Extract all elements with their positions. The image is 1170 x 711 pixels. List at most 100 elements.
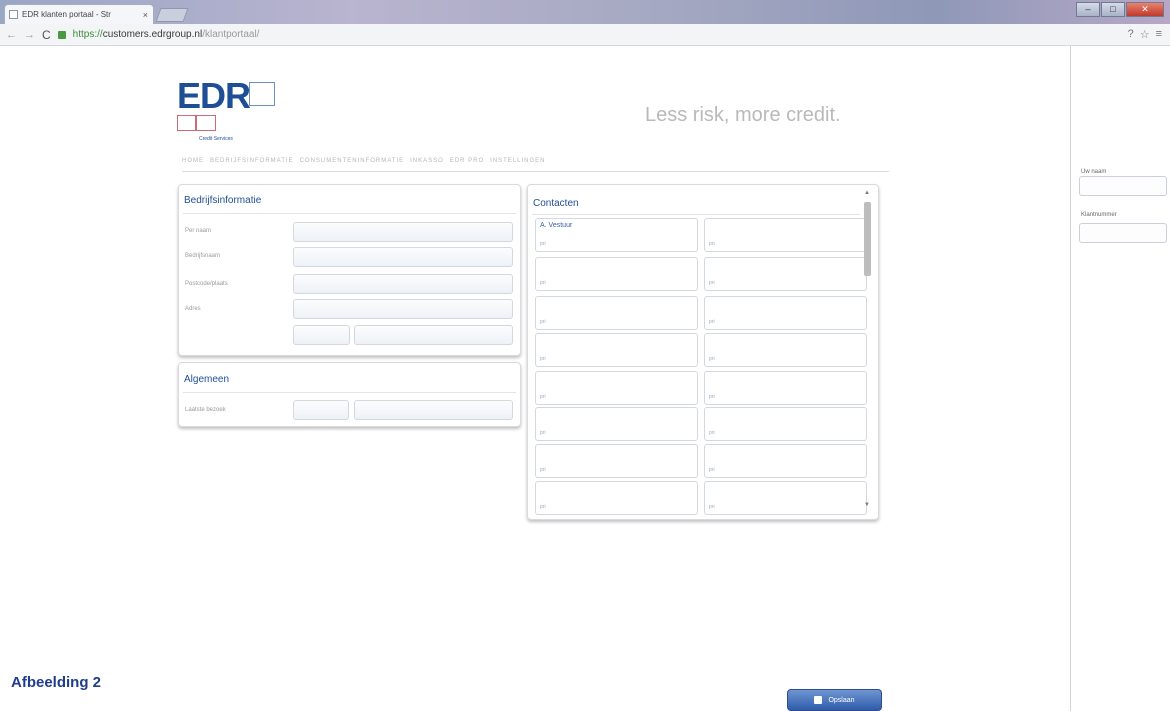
menu-item-home[interactable]: HOME: [182, 158, 204, 171]
edr-logo[interactable]: EDR Credit Services: [177, 75, 275, 142]
contact-note: pri: [540, 241, 546, 247]
contacts-scrollbar[interactable]: ▲ ▼: [862, 190, 874, 512]
browser-window: EDR klanten portaal - Str × – □ ✕ ← → C …: [0, 0, 1170, 711]
contact-note: pri: [709, 504, 715, 510]
extension-icon[interactable]: ?: [1128, 28, 1134, 41]
toolbar-actions: ? ☆ ≡: [1128, 28, 1162, 41]
city-input[interactable]: [354, 325, 513, 345]
scroll-thumb[interactable]: [864, 202, 871, 276]
menu-item-inkasso[interactable]: INKASSO: [410, 158, 444, 171]
contact-note: pri: [540, 319, 546, 325]
contact-card[interactable]: pri: [535, 481, 698, 515]
contact-card[interactable]: pri: [704, 481, 867, 515]
side-panel: Uw naam Klantnummer: [1070, 46, 1170, 711]
tab-close-icon[interactable]: ×: [143, 10, 148, 20]
title-bar: EDR klanten portaal - Str × – □ ✕: [0, 0, 1170, 24]
scroll-up-icon[interactable]: ▲: [864, 190, 870, 196]
maximize-button[interactable]: □: [1101, 2, 1125, 17]
page-favicon-icon: [9, 10, 18, 19]
scroll-down-icon[interactable]: ▼: [864, 502, 870, 508]
contact-note: pri: [540, 356, 546, 362]
contact-note: pri: [709, 356, 715, 362]
contact-note: pri: [709, 394, 715, 400]
contact-card[interactable]: pri: [704, 371, 867, 405]
contact-card[interactable]: pri: [704, 333, 867, 367]
logo-square-icon: [177, 115, 196, 131]
general-title: Algemeen: [184, 374, 230, 385]
company-info-panel: Bedrijfsinformatie Per naam Bedrijfsnaam…: [178, 184, 521, 356]
label-per-naam: Per naam: [185, 228, 212, 234]
figure-caption: Afbeelding 2: [11, 674, 102, 691]
browser-toolbar: ← → C https://customers.edrgroup.nl/klan…: [0, 24, 1170, 46]
menu-item-consumenteninformatie[interactable]: CONSUMENTENINFORMATIE: [300, 158, 405, 171]
contact-note: pri: [709, 319, 715, 325]
forward-arrow-icon[interactable]: →: [24, 29, 35, 41]
logo-square-icon: [196, 115, 216, 131]
side-label-name: Uw naam: [1081, 169, 1107, 175]
back-arrow-icon[interactable]: ←: [6, 29, 17, 41]
menu-item-edr-pro[interactable]: EDR PRO: [450, 158, 484, 171]
tagline: Less risk, more credit.: [645, 104, 841, 126]
contact-note: pri: [540, 394, 546, 400]
contacts-panel: Contacten A. Vestuur pri pri pri pri pri…: [527, 184, 879, 520]
url-path: /klantportaal/: [202, 29, 260, 40]
menu-icon[interactable]: ≡: [1156, 28, 1162, 41]
bookmark-star-icon[interactable]: ☆: [1140, 28, 1150, 41]
address-input[interactable]: [293, 299, 513, 319]
menu-item-bedrijfsinformatie[interactable]: BEDRIJFSINFORMATIE: [210, 158, 294, 171]
minimize-button[interactable]: –: [1076, 2, 1100, 17]
contact-card[interactable]: pri: [535, 371, 698, 405]
contact-card[interactable]: A. Vestuur pri: [535, 218, 698, 252]
contact-card[interactable]: pri: [704, 444, 867, 478]
contact-card[interactable]: pri: [535, 257, 698, 291]
side-customer-number-field[interactable]: [1079, 223, 1167, 243]
last-visit-detail-field: [354, 400, 513, 420]
menu-item-instellingen[interactable]: INSTELLINGEN: [490, 158, 545, 171]
url-protocol: https://: [72, 29, 103, 40]
tab-title: EDR klanten portaal - Str: [22, 10, 111, 19]
side-label-customer-number: Klantnummer: [1081, 212, 1117, 218]
label-last-visit: Laatste bezoek: [185, 407, 226, 413]
contact-card[interactable]: pri: [704, 407, 867, 441]
logo-text: EDR: [177, 75, 251, 116]
panel-divider: [183, 392, 516, 393]
panel-divider: [532, 214, 860, 215]
new-tab-button[interactable]: [155, 8, 189, 22]
contact-note: pri: [709, 467, 715, 473]
company-info-title: Bedrijfsinformatie: [184, 195, 262, 206]
label-postcode: Postcode/plaats: [185, 281, 228, 287]
contact-note: pri: [540, 430, 546, 436]
close-window-button[interactable]: ✕: [1126, 2, 1164, 17]
reload-icon[interactable]: C: [42, 28, 51, 42]
contact-card[interactable]: pri: [704, 218, 867, 252]
contact-card[interactable]: pri: [535, 296, 698, 330]
save-button[interactable]: Opslaan: [787, 689, 882, 711]
house-number-input[interactable]: [293, 325, 350, 345]
contact-note: pri: [540, 467, 546, 473]
side-name-field[interactable]: [1079, 176, 1167, 196]
window-controls: – □ ✕: [1076, 2, 1164, 17]
floppy-disk-icon: [814, 696, 823, 704]
browser-tab[interactable]: EDR klanten portaal - Str ×: [4, 4, 154, 24]
label-bedrijfsnaam: Bedrijfsnaam: [185, 253, 221, 259]
contact-note: pri: [709, 241, 715, 247]
general-panel: Algemeen Laatste bezoek: [178, 362, 521, 427]
logo-subtitle: Credit Services: [199, 136, 233, 142]
postcode-input[interactable]: [293, 274, 513, 294]
save-button-label: Opslaan: [828, 696, 855, 704]
per-naam-input[interactable]: [293, 222, 513, 242]
contact-card[interactable]: pri: [535, 407, 698, 441]
panel-divider: [183, 213, 516, 214]
contacts-title: Contacten: [533, 198, 579, 209]
last-visit-date-field: [293, 400, 349, 420]
logo-square-icon: [249, 82, 275, 106]
main-menu: HOME BEDRIJFSINFORMATIE CONSUMENTENINFOR…: [182, 158, 889, 172]
company-name-input[interactable]: [293, 247, 513, 267]
contact-note: pri: [709, 430, 715, 436]
contact-card[interactable]: pri: [535, 444, 698, 478]
contact-card[interactable]: pri: [535, 333, 698, 367]
url-host: customers.edrgroup.nl: [102, 29, 203, 40]
contact-card[interactable]: pri: [704, 257, 867, 291]
address-bar[interactable]: https://customers.edrgroup.nl/klantporta…: [73, 29, 260, 40]
contact-card[interactable]: pri: [704, 296, 867, 330]
